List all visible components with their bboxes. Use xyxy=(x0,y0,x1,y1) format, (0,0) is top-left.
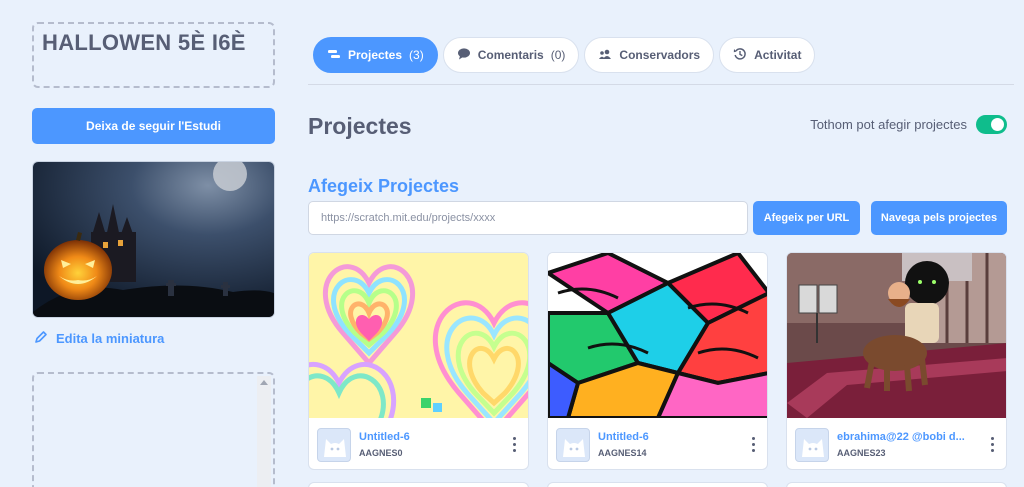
project-meta: Untitled-6 AAGNES14 xyxy=(598,431,739,458)
avatar[interactable] xyxy=(317,427,351,462)
projects-icon xyxy=(327,48,341,63)
tab-label: Conservadors xyxy=(619,48,701,62)
project-card[interactable]: Untitled-6 AAGNES14 xyxy=(547,252,768,470)
tabs-divider xyxy=(308,84,1014,85)
project-info: Untitled-6 AAGNES0 xyxy=(309,418,528,469)
tab-count: (0) xyxy=(550,48,566,62)
open-to-all-toggle[interactable] xyxy=(976,115,1007,134)
project-info: Untitled-6 AAGNES14 xyxy=(548,418,767,469)
tab-projects[interactable]: Projectes (3) xyxy=(313,37,438,73)
tab-comments[interactable]: Comentaris (0) xyxy=(442,37,580,73)
studio-title: HALLOWEN 5È I6È xyxy=(42,30,246,55)
avatar[interactable] xyxy=(795,427,829,462)
studio-tabs: Projectes (3) Comentaris (0) Conservador… xyxy=(313,37,816,73)
more-options-icon[interactable] xyxy=(747,437,759,452)
project-url-input[interactable] xyxy=(308,201,748,235)
toggle-label: Tothom pot afegir projectes xyxy=(810,117,967,132)
browse-projects-button[interactable]: Navega pels projectes xyxy=(871,201,1007,235)
edit-thumbnail-label: Edita la miniatura xyxy=(56,331,165,346)
project-thumbnail[interactable] xyxy=(787,253,1006,418)
project-thumbnail[interactable] xyxy=(309,253,528,418)
description-scrollbar[interactable] xyxy=(257,376,271,487)
comment-icon xyxy=(457,47,471,63)
project-card[interactable]: ebrahima@22 @bobi d... AAGNES23 xyxy=(786,252,1007,470)
avatar[interactable] xyxy=(556,427,590,462)
studio-description-box[interactable] xyxy=(32,372,275,487)
studio-title-box[interactable]: HALLOWEN 5È I6È xyxy=(32,22,275,88)
projects-heading: Projectes xyxy=(308,113,412,139)
project-title[interactable]: ebrahima@22 @bobi d... xyxy=(837,431,978,443)
project-author[interactable]: AAGNES23 xyxy=(837,448,978,458)
scroll-up-icon[interactable] xyxy=(260,380,268,385)
more-options-icon[interactable] xyxy=(986,437,998,452)
tab-activity[interactable]: Activitat xyxy=(719,37,816,73)
unfollow-studio-button[interactable]: Deixa de seguir l'Estudi xyxy=(32,108,275,144)
pencil-icon xyxy=(34,330,48,347)
project-title[interactable]: Untitled-6 xyxy=(359,431,500,443)
tab-label: Projectes xyxy=(348,48,403,62)
project-card-next-row[interactable] xyxy=(547,482,768,487)
project-meta: ebrahima@22 @bobi d... AAGNES23 xyxy=(837,431,978,458)
tab-count: (3) xyxy=(409,48,424,62)
open-to-all-setting: Tothom pot afegir projectes xyxy=(810,115,1007,134)
project-info: ebrahima@22 @bobi d... AAGNES23 xyxy=(787,418,1006,469)
curators-icon xyxy=(598,48,612,63)
tab-label: Activitat xyxy=(754,48,802,62)
project-author[interactable]: AAGNES14 xyxy=(598,448,739,458)
project-card-next-row[interactable] xyxy=(786,482,1007,487)
project-card-next-row[interactable] xyxy=(308,482,529,487)
project-card[interactable]: Untitled-6 AAGNES0 xyxy=(308,252,529,470)
project-title[interactable]: Untitled-6 xyxy=(598,431,739,443)
activity-icon xyxy=(733,47,747,64)
add-projects-heading: Afegeix Projectes xyxy=(308,176,460,196)
project-thumbnail[interactable] xyxy=(548,253,767,418)
more-options-icon[interactable] xyxy=(508,437,520,452)
studio-thumbnail xyxy=(32,161,275,318)
add-by-url-button[interactable]: Afegeix per URL xyxy=(753,201,860,235)
project-meta: Untitled-6 AAGNES0 xyxy=(359,431,500,458)
tab-label: Comentaris xyxy=(477,48,544,62)
project-author[interactable]: AAGNES0 xyxy=(359,448,500,458)
tab-curators[interactable]: Conservadors xyxy=(584,37,715,73)
edit-thumbnail-link[interactable]: Edita la miniatura xyxy=(34,330,164,347)
